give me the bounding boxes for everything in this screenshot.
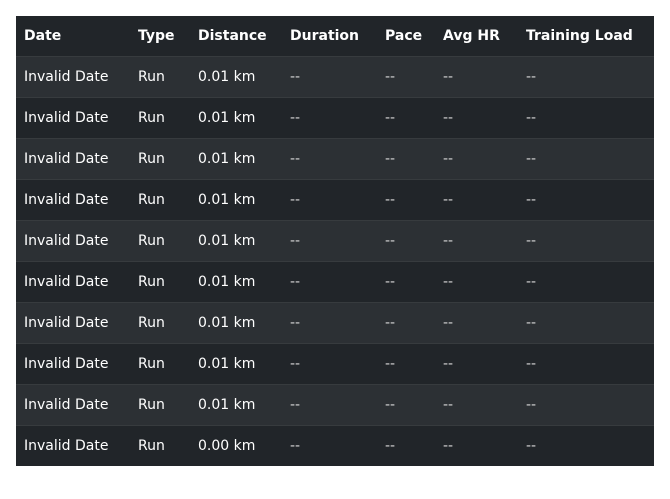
header-duration: Duration: [290, 27, 360, 44]
cell-avg-hr: --: [443, 437, 454, 454]
cell-avg-hr: --: [443, 150, 454, 167]
table-row[interactable]: Invalid Date Run 0.01 km -- -- -- --: [16, 179, 654, 220]
cell-type: Run: [138, 396, 165, 413]
cell-training-load: --: [526, 109, 537, 126]
cell-pace: --: [385, 232, 396, 249]
cell-training-load: --: [526, 396, 537, 413]
cell-distance: 0.01 km: [198, 109, 256, 126]
cell-avg-hr: --: [443, 232, 454, 249]
table-row[interactable]: Invalid Date Run 0.01 km -- -- -- --: [16, 220, 654, 261]
header-pace: Pace: [385, 27, 423, 44]
cell-distance: 0.01 km: [198, 68, 256, 85]
cell-duration: --: [290, 68, 301, 85]
cell-date: Invalid Date: [24, 437, 109, 454]
cell-training-load: --: [526, 150, 537, 167]
cell-pace: --: [385, 396, 396, 413]
cell-distance: 0.01 km: [198, 150, 256, 167]
cell-date: Invalid Date: [24, 232, 109, 249]
table-row[interactable]: Invalid Date Run 0.01 km -- -- -- --: [16, 261, 654, 302]
cell-pace: --: [385, 150, 396, 167]
activities-table: Date Type Distance Duration Pace Avg HR …: [16, 16, 654, 466]
cell-date: Invalid Date: [24, 273, 109, 290]
header-row: Date Type Distance Duration Pace Avg HR …: [16, 16, 654, 56]
cell-distance: 0.00 km: [198, 437, 256, 454]
cell-training-load: --: [526, 191, 537, 208]
table-row[interactable]: Invalid Date Run 0.01 km -- -- -- --: [16, 56, 654, 97]
cell-type: Run: [138, 150, 165, 167]
header-avg-hr: Avg HR: [443, 27, 500, 44]
cell-training-load: --: [526, 314, 537, 331]
cell-pace: --: [385, 314, 396, 331]
cell-training-load: --: [526, 68, 537, 85]
cell-type: Run: [138, 109, 165, 126]
cell-duration: --: [290, 191, 301, 208]
cell-date: Invalid Date: [24, 150, 109, 167]
cell-pace: --: [385, 191, 396, 208]
table-row[interactable]: Invalid Date Run 0.00 km -- -- -- --: [16, 425, 654, 466]
header-training-load: Training Load: [526, 27, 633, 44]
cell-pace: --: [385, 68, 396, 85]
cell-duration: --: [290, 437, 301, 454]
cell-avg-hr: --: [443, 355, 454, 372]
cell-type: Run: [138, 314, 165, 331]
cell-duration: --: [290, 273, 301, 290]
cell-date: Invalid Date: [24, 314, 109, 331]
cell-duration: --: [290, 150, 301, 167]
cell-type: Run: [138, 68, 165, 85]
cell-distance: 0.01 km: [198, 396, 256, 413]
cell-pace: --: [385, 109, 396, 126]
table-row[interactable]: Invalid Date Run 0.01 km -- -- -- --: [16, 138, 654, 179]
cell-distance: 0.01 km: [198, 232, 256, 249]
cell-duration: --: [290, 232, 301, 249]
cell-date: Invalid Date: [24, 355, 109, 372]
cell-avg-hr: --: [443, 109, 454, 126]
cell-date: Invalid Date: [24, 109, 109, 126]
cell-avg-hr: --: [443, 68, 454, 85]
cell-pace: --: [385, 355, 396, 372]
cell-avg-hr: --: [443, 273, 454, 290]
cell-type: Run: [138, 191, 165, 208]
cell-distance: 0.01 km: [198, 314, 256, 331]
header-type: Type: [138, 27, 175, 44]
cell-pace: --: [385, 437, 396, 454]
activities-table-container: Date Type Distance Duration Pace Avg HR …: [16, 16, 654, 466]
cell-type: Run: [138, 355, 165, 372]
cell-avg-hr: --: [443, 396, 454, 413]
cell-duration: --: [290, 355, 301, 372]
cell-distance: 0.01 km: [198, 273, 256, 290]
cell-pace: --: [385, 273, 396, 290]
cell-avg-hr: --: [443, 191, 454, 208]
cell-training-load: --: [526, 232, 537, 249]
cell-date: Invalid Date: [24, 396, 109, 413]
cell-training-load: --: [526, 273, 537, 290]
cell-duration: --: [290, 396, 301, 413]
cell-distance: 0.01 km: [198, 191, 256, 208]
cell-duration: --: [290, 109, 301, 126]
cell-training-load: --: [526, 355, 537, 372]
table-row[interactable]: Invalid Date Run 0.01 km -- -- -- --: [16, 302, 654, 343]
cell-type: Run: [138, 437, 165, 454]
cell-avg-hr: --: [443, 314, 454, 331]
cell-type: Run: [138, 273, 165, 290]
header-distance: Distance: [198, 27, 267, 44]
cell-date: Invalid Date: [24, 68, 109, 85]
table-row[interactable]: Invalid Date Run 0.01 km -- -- -- --: [16, 97, 654, 138]
header-date: Date: [24, 27, 62, 44]
cell-duration: --: [290, 314, 301, 331]
cell-training-load: --: [526, 437, 537, 454]
cell-type: Run: [138, 232, 165, 249]
cell-distance: 0.01 km: [198, 355, 256, 372]
cell-date: Invalid Date: [24, 191, 109, 208]
table-row[interactable]: Invalid Date Run 0.01 km -- -- -- --: [16, 384, 654, 425]
table-header: Date Type Distance Duration Pace Avg HR …: [16, 16, 654, 56]
table-body: Invalid Date Run 0.01 km -- -- -- -- Invalid Da…: [16, 56, 654, 466]
table-row[interactable]: Invalid Date Run 0.01 km -- -- -- --: [16, 343, 654, 384]
